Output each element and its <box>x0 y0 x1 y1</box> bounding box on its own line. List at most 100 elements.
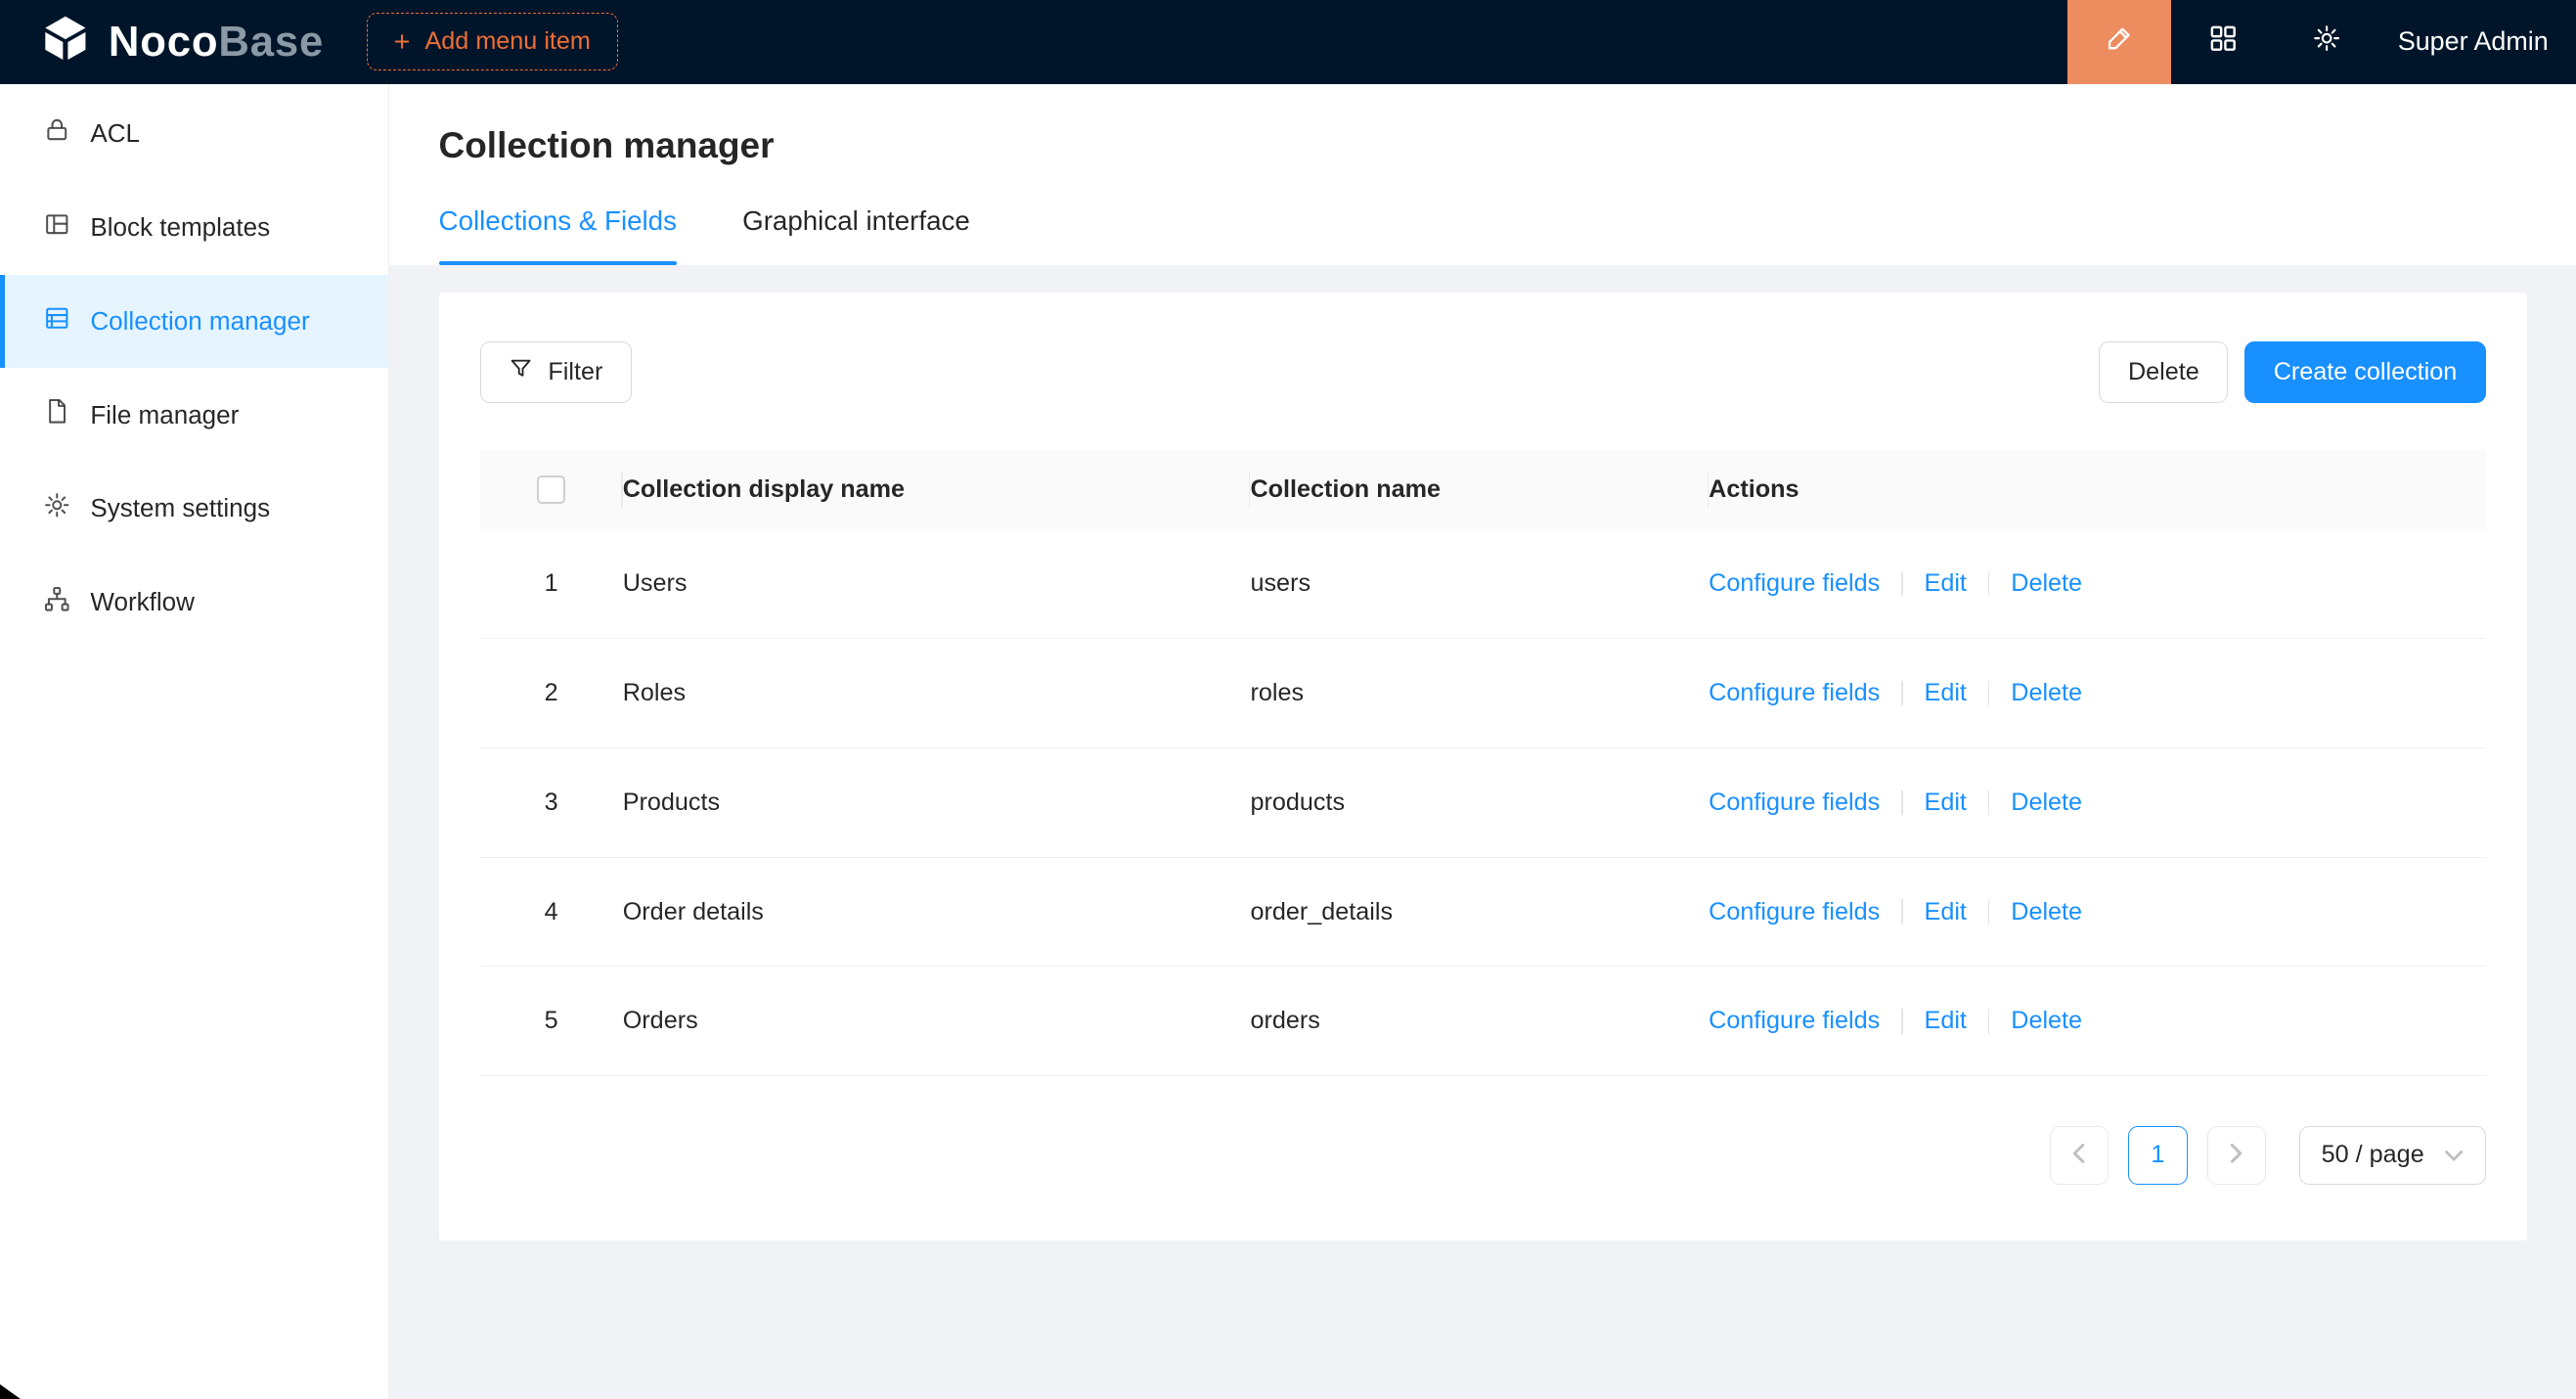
create-collection-button[interactable]: Create collection <box>2244 341 2486 402</box>
column-header-display-name: Collection display name <box>623 450 1251 529</box>
settings-button[interactable] <box>2275 0 2378 84</box>
tab-collections-and-fields[interactable]: Collections & Fields <box>439 205 677 265</box>
nocobase-cube-icon <box>39 12 92 71</box>
divider <box>1988 571 1990 596</box>
row-actions: Configure fields Edit Delete <box>1709 789 2486 817</box>
sidebar-item-label: Workflow <box>90 587 195 617</box>
table-row: 1 Users users Configure fields Edit Dele… <box>480 529 2486 639</box>
table-row: 4 Order details order_details Configure … <box>480 858 2486 968</box>
divider <box>1901 1009 1903 1033</box>
edit-link[interactable]: Edit <box>1925 569 1967 598</box>
collections-table: Collection display name Collection name … <box>480 450 2486 1076</box>
database-table-icon <box>43 304 71 339</box>
delete-link[interactable]: Delete <box>2011 569 2082 598</box>
next-page-button[interactable] <box>2207 1126 2266 1185</box>
table-toolbar: Filter Delete Create collection <box>480 341 2486 402</box>
sidebar-item-acl[interactable]: ACL <box>0 87 388 181</box>
app-window: NocoBase + Add menu item <box>0 0 2576 1399</box>
sidebar-item-workflow[interactable]: Workflow <box>0 556 388 650</box>
row-index: 4 <box>480 898 623 926</box>
edit-link[interactable]: Edit <box>1925 789 1967 817</box>
filter-funnel-icon <box>509 356 533 387</box>
lock-icon <box>43 116 71 152</box>
delete-button[interactable]: Delete <box>2099 341 2228 402</box>
delete-link[interactable]: Delete <box>2011 1007 2082 1035</box>
row-actions: Configure fields Edit Delete <box>1709 898 2486 926</box>
divider <box>1988 681 1990 705</box>
page-title: Collection manager <box>439 125 2527 166</box>
add-menu-item-button[interactable]: + Add menu item <box>367 13 618 70</box>
divider <box>1988 790 1990 815</box>
page-header: Collection manager Collections & Fields … <box>389 84 2576 265</box>
ui-designer-toggle-button[interactable] <box>2067 0 2171 84</box>
configure-fields-link[interactable]: Configure fields <box>1709 789 1880 817</box>
sidebar-item-block-templates[interactable]: Block templates <box>0 181 388 275</box>
chevron-down-icon <box>2444 1141 2464 1169</box>
prev-page-button[interactable] <box>2050 1126 2109 1185</box>
nocobase-logo[interactable]: NocoBase <box>0 12 324 71</box>
row-actions: Configure fields Edit Delete <box>1709 569 2486 598</box>
highlighter-pen-icon <box>2105 23 2134 60</box>
user-menu[interactable]: Super Admin <box>2378 26 2576 57</box>
sidebar-item-collection-manager[interactable]: Collection manager <box>0 275 388 369</box>
sidebar-item-system-settings[interactable]: System settings <box>0 462 388 556</box>
cell-collection-name: users <box>1250 569 1709 598</box>
cell-display-name: Orders <box>623 1007 1251 1035</box>
tab-graphical-interface[interactable]: Graphical interface <box>742 205 970 265</box>
workflow-branch-icon <box>43 585 71 620</box>
edit-link[interactable]: Edit <box>1925 898 1967 926</box>
page-size-select[interactable]: 50 / page <box>2299 1126 2486 1185</box>
column-header-actions: Actions <box>1709 450 2486 529</box>
gear-icon <box>2312 23 2341 60</box>
main-area: Collection manager Collections & Fields … <box>389 84 2576 1399</box>
filter-button[interactable]: Filter <box>480 341 632 402</box>
table-row: 3 Products products Configure fields Edi… <box>480 748 2486 858</box>
divider <box>1988 1009 1990 1033</box>
collections-card: Filter Delete Create collection Collecti… <box>439 293 2527 1241</box>
tab-bar: Collections & Fields Graphical interface <box>439 205 2527 265</box>
configure-fields-link[interactable]: Configure fields <box>1709 1007 1880 1035</box>
configure-fields-link[interactable]: Configure fields <box>1709 679 1880 707</box>
file-icon <box>43 397 71 432</box>
chevron-right-icon <box>2229 1140 2243 1170</box>
select-all-checkbox[interactable] <box>537 475 565 504</box>
row-index: 5 <box>480 1007 623 1035</box>
cell-collection-name: roles <box>1250 679 1709 707</box>
cell-display-name: Order details <box>623 898 1251 926</box>
cell-collection-name: products <box>1250 789 1709 817</box>
configure-fields-link[interactable]: Configure fields <box>1709 898 1880 926</box>
corner-artifact <box>0 1384 21 1399</box>
divider <box>1901 681 1903 705</box>
cell-collection-name: orders <box>1250 1007 1709 1035</box>
sidebar-item-label: File manager <box>90 400 239 430</box>
sidebar-item-label: Block templates <box>90 212 270 243</box>
column-header-collection-name: Collection name <box>1250 450 1709 529</box>
row-actions: Configure fields Edit Delete <box>1709 1007 2486 1035</box>
app-grid-icon <box>2209 24 2238 60</box>
gear-icon <box>43 491 71 526</box>
page-number-button[interactable]: 1 <box>2128 1126 2187 1185</box>
settings-sidebar: ACL Block templates Collection manager <box>0 84 389 1399</box>
divider <box>1988 899 1990 924</box>
plugins-grid-button[interactable] <box>2171 0 2275 84</box>
row-actions: Configure fields Edit Delete <box>1709 679 2486 707</box>
edit-link[interactable]: Edit <box>1925 679 1967 707</box>
divider <box>1901 571 1903 596</box>
sidebar-item-file-manager[interactable]: File manager <box>0 368 388 462</box>
sidebar-item-label: ACL <box>90 118 140 149</box>
cell-display-name: Products <box>623 789 1251 817</box>
brand-name: NocoBase <box>109 18 324 67</box>
plus-icon: + <box>394 28 411 57</box>
chevron-left-icon <box>2071 1140 2086 1170</box>
header-actions: Super Admin <box>2067 0 2576 84</box>
delete-link[interactable]: Delete <box>2011 898 2082 926</box>
cell-collection-name: order_details <box>1250 898 1709 926</box>
table-header-row: Collection display name Collection name … <box>480 450 2486 529</box>
edit-link[interactable]: Edit <box>1925 1007 1967 1035</box>
pagination: 1 50 / page <box>480 1126 2486 1185</box>
delete-link[interactable]: Delete <box>2011 679 2082 707</box>
content-area: Filter Delete Create collection Collecti… <box>389 265 2576 1399</box>
configure-fields-link[interactable]: Configure fields <box>1709 569 1880 598</box>
delete-link[interactable]: Delete <box>2011 789 2082 817</box>
layout-template-icon <box>43 210 71 246</box>
